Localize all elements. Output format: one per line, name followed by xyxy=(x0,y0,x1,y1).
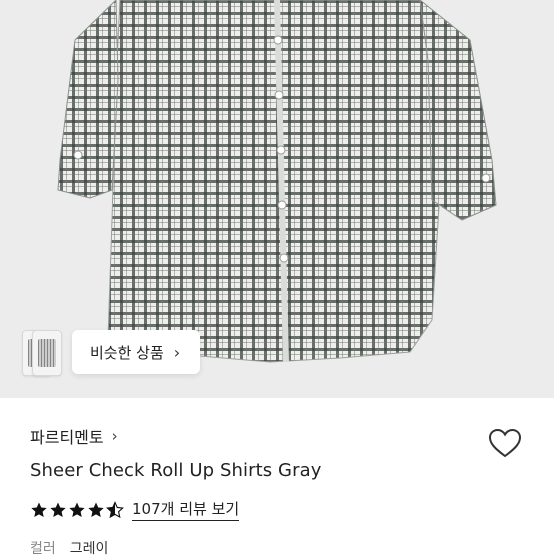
brand-name: 파르티멘토 xyxy=(30,428,104,447)
similar-products-chip[interactable]: 비슷한 상품 › xyxy=(18,326,201,378)
rating-stars xyxy=(30,500,124,519)
color-label: 컬러 xyxy=(30,541,56,557)
review-count-link[interactable]: 107개 리뷰 보기 xyxy=(132,498,240,521)
chevron-right-icon: › xyxy=(173,342,181,362)
thumbnail xyxy=(32,330,62,376)
star-half-icon xyxy=(106,500,124,518)
chevron-right-icon: › xyxy=(111,427,118,445)
rating-row: 107개 리뷰 보기 xyxy=(30,498,240,521)
heart-outline-icon[interactable] xyxy=(488,428,522,458)
brand-link[interactable]: 파르티멘토 › xyxy=(30,424,118,448)
product-image[interactable]: 비슷한 상품 › xyxy=(0,0,554,398)
star-icon xyxy=(69,502,85,517)
similar-products-button[interactable]: 비슷한 상품 › xyxy=(72,330,201,374)
product-title: Sheer Check Roll Up Shirts Gray xyxy=(30,460,322,481)
similar-products-label: 비슷한 상품 xyxy=(90,343,164,362)
star-icon xyxy=(50,502,66,517)
star-icon xyxy=(31,502,47,517)
color-value: 그레이 xyxy=(69,541,109,557)
star-icon xyxy=(88,502,104,517)
color-option: 컬러 그레이 xyxy=(30,538,108,558)
similar-thumbnails xyxy=(18,326,70,378)
